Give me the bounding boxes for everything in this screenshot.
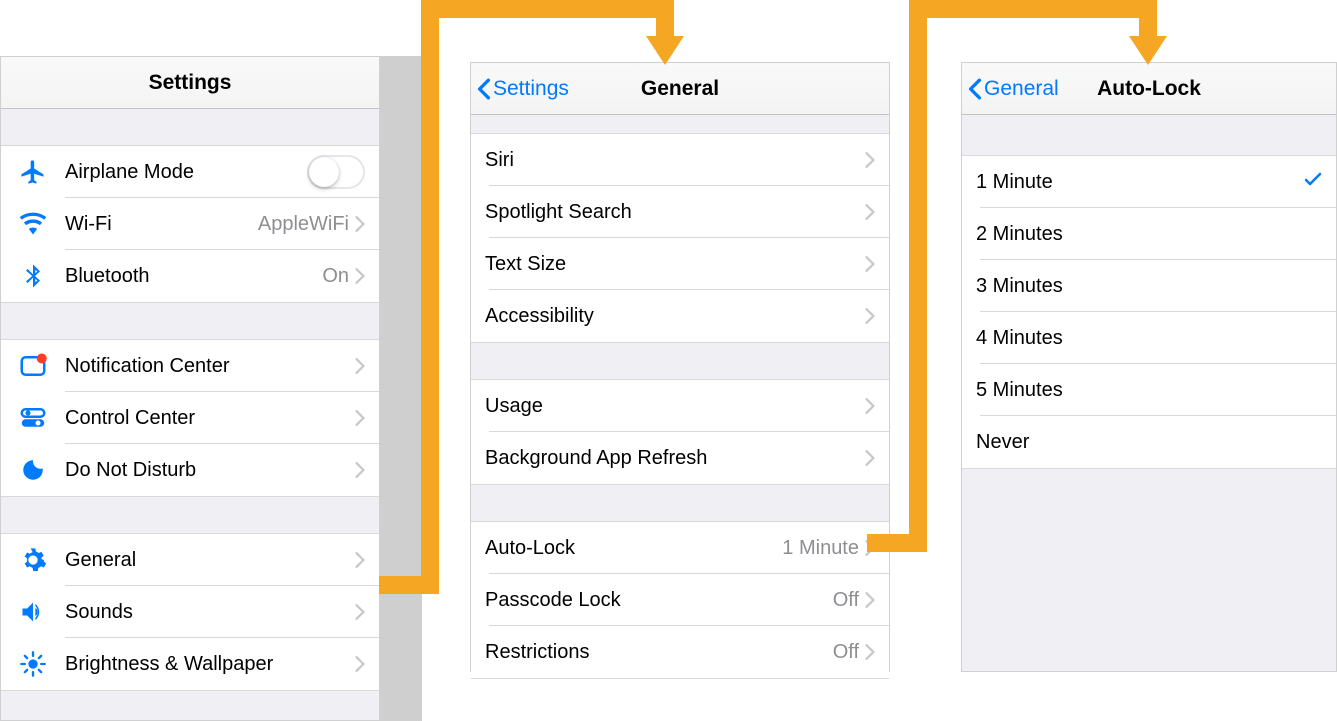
control-center-icon: [17, 402, 49, 434]
option-5-minutes[interactable]: 5 Minutes: [962, 364, 1336, 416]
row-value: AppleWiFi: [258, 213, 355, 236]
row-notification-center[interactable]: Notification Center: [1, 340, 379, 392]
settings-group-2: Notification Center Control Center Do No…: [1, 339, 379, 497]
chevron-right-icon: [865, 256, 875, 272]
row-label: Usage: [485, 395, 543, 418]
general-title: General: [641, 77, 719, 101]
moon-icon: [17, 454, 49, 486]
autolock-title: Auto-Lock: [1097, 77, 1201, 101]
chevron-right-icon: [865, 152, 875, 168]
option-4-minutes[interactable]: 4 Minutes: [962, 312, 1336, 364]
row-general[interactable]: General: [1, 534, 379, 586]
row-label: Airplane Mode: [65, 161, 194, 184]
row-label: Siri: [485, 149, 514, 172]
back-to-settings-button[interactable]: Settings: [477, 63, 569, 114]
airplane-icon: [17, 156, 49, 188]
row-label: Control Center: [65, 407, 195, 430]
row-label: Restrictions: [485, 641, 589, 664]
settings-title: Settings: [149, 71, 232, 95]
chevron-right-icon: [865, 398, 875, 414]
option-label: 1 Minute: [976, 171, 1053, 194]
row-spotlight-search[interactable]: Spotlight Search: [471, 186, 889, 238]
row-text-size[interactable]: Text Size: [471, 238, 889, 290]
brightness-icon: [17, 648, 49, 680]
chevron-right-icon: [355, 410, 365, 426]
option-1-minute[interactable]: 1 Minute: [962, 156, 1336, 208]
row-usage[interactable]: Usage: [471, 380, 889, 432]
row-label: Do Not Disturb: [65, 459, 196, 482]
autolock-navbar: General Auto-Lock: [962, 63, 1336, 115]
row-brightness-wallpaper[interactable]: Brightness & Wallpaper: [1, 638, 379, 690]
row-label: Spotlight Search: [485, 201, 632, 224]
speaker-icon: [17, 596, 49, 628]
option-label: 5 Minutes: [976, 379, 1063, 402]
chevron-right-icon: [355, 268, 365, 284]
row-background-app-refresh[interactable]: Background App Refresh: [471, 432, 889, 484]
chevron-right-icon: [865, 540, 875, 556]
general-navbar: Settings General: [471, 63, 889, 115]
chevron-right-icon: [355, 552, 365, 568]
row-label: Brightness & Wallpaper: [65, 653, 273, 676]
check-icon: [1304, 171, 1322, 194]
row-do-not-disturb[interactable]: Do Not Disturb: [1, 444, 379, 496]
row-siri[interactable]: Siri: [471, 134, 889, 186]
row-accessibility[interactable]: Accessibility: [471, 290, 889, 342]
row-wifi[interactable]: Wi-Fi AppleWiFi: [1, 198, 379, 250]
chevron-right-icon: [355, 216, 365, 232]
row-label: Bluetooth: [65, 265, 150, 288]
chevron-right-icon: [865, 644, 875, 660]
settings-panel: Settings Airplane Mode Wi-Fi AppleWiFi B…: [0, 56, 380, 721]
row-label: Sounds: [65, 601, 133, 624]
option-never[interactable]: Never: [962, 416, 1336, 468]
row-airplane-mode[interactable]: Airplane Mode: [1, 146, 379, 198]
row-passcode-lock[interactable]: Passcode Lock Off: [471, 574, 889, 626]
chevron-right-icon: [355, 462, 365, 478]
row-label: Notification Center: [65, 355, 230, 378]
option-label: Never: [976, 431, 1029, 454]
bluetooth-icon: [17, 260, 49, 292]
autolock-panel: General Auto-Lock 1 Minute 2 Minutes 3 M…: [961, 62, 1337, 672]
row-auto-lock[interactable]: Auto-Lock 1 Minute: [471, 522, 889, 574]
option-3-minutes[interactable]: 3 Minutes: [962, 260, 1336, 312]
chevron-right-icon: [865, 308, 875, 324]
option-label: 3 Minutes: [976, 275, 1063, 298]
row-label: Passcode Lock: [485, 589, 621, 612]
settings-navbar: Settings: [1, 57, 379, 109]
settings-group-3: General Sounds Brightness & Wallpaper: [1, 533, 379, 691]
row-label: Auto-Lock: [485, 537, 575, 560]
row-label: Background App Refresh: [485, 447, 707, 470]
row-label: Text Size: [485, 253, 566, 276]
chevron-right-icon: [865, 450, 875, 466]
row-restrictions[interactable]: Restrictions Off: [471, 626, 889, 678]
row-value: 1 Minute: [782, 537, 865, 560]
notification-icon: [17, 350, 49, 382]
gear-icon: [17, 544, 49, 576]
option-label: 4 Minutes: [976, 327, 1063, 350]
chevron-right-icon: [355, 358, 365, 374]
row-label: Accessibility: [485, 305, 594, 328]
option-label: 2 Minutes: [976, 223, 1063, 246]
row-value: Off: [833, 589, 865, 612]
chevron-right-icon: [355, 604, 365, 620]
wifi-icon: [17, 208, 49, 240]
chevron-right-icon: [865, 592, 875, 608]
chevron-right-icon: [355, 656, 365, 672]
chevron-right-icon: [865, 204, 875, 220]
row-value: On: [322, 265, 355, 288]
row-label: General: [65, 549, 136, 572]
row-value: Off: [833, 641, 865, 664]
row-bluetooth[interactable]: Bluetooth On: [1, 250, 379, 302]
option-2-minutes[interactable]: 2 Minutes: [962, 208, 1336, 260]
back-label: General: [984, 77, 1059, 101]
back-label: Settings: [493, 77, 569, 101]
general-panel: Settings General Siri Spotlight Search T…: [470, 62, 890, 672]
back-to-general-button[interactable]: General: [968, 63, 1059, 114]
settings-split-divider: [380, 56, 422, 721]
row-control-center[interactable]: Control Center: [1, 392, 379, 444]
row-label: Wi-Fi: [65, 213, 112, 236]
settings-group-1: Airplane Mode Wi-Fi AppleWiFi Bluetooth …: [1, 145, 379, 303]
row-sounds[interactable]: Sounds: [1, 586, 379, 638]
airplane-toggle[interactable]: [307, 155, 365, 189]
